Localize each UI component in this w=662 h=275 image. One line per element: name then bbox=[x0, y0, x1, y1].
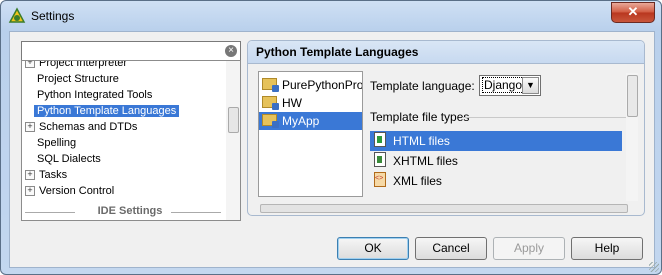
tree-item-sql-dialects[interactable]: SQL Dialects bbox=[37, 151, 101, 167]
divider bbox=[25, 212, 75, 213]
panel-header: Python Template Languages bbox=[248, 41, 644, 64]
help-button[interactable]: Help bbox=[571, 237, 643, 260]
panel-title: Python Template Languages bbox=[256, 45, 419, 59]
file-type-html[interactable]: HTML files bbox=[370, 131, 622, 151]
project-item-purepythonproject[interactable]: PurePythonProject bbox=[259, 76, 362, 94]
file-type-label: HTML files bbox=[393, 134, 450, 148]
divider bbox=[462, 117, 628, 118]
chevron-down-icon[interactable]: ▼ bbox=[522, 77, 539, 94]
settings-window: Settings ✕ × + Project Interpreter Projec… bbox=[0, 0, 662, 275]
project-folder-icon bbox=[262, 96, 279, 110]
resize-grip-icon[interactable] bbox=[649, 262, 659, 272]
tree-item-label: Python Template Languages bbox=[34, 105, 180, 117]
settings-search: × bbox=[21, 41, 241, 61]
tree-item-tasks[interactable]: + Tasks bbox=[22, 167, 67, 183]
tree-item-project-structure[interactable]: Project Structure bbox=[37, 71, 119, 87]
tree-item-spelling[interactable]: Spelling bbox=[37, 135, 76, 151]
project-item-hw[interactable]: HW bbox=[259, 94, 362, 112]
project-label: PurePythonProject bbox=[282, 78, 363, 92]
clear-search-icon[interactable]: × bbox=[225, 45, 237, 57]
settings-tree: + Project Interpreter Project Structure P… bbox=[21, 60, 241, 221]
tree-item-label: Tasks bbox=[39, 169, 68, 181]
scrollbar-thumb[interactable] bbox=[627, 75, 638, 117]
template-language-select[interactable]: Django ▼ bbox=[479, 75, 541, 96]
dialog-body: × + Project Interpreter Project Structure… bbox=[9, 31, 655, 268]
tree-item-label: Schemas and DTDs bbox=[39, 121, 138, 133]
tree-item-label: Project Interpreter bbox=[39, 60, 128, 69]
file-type-label: XML files bbox=[393, 174, 442, 188]
file-type-label: XHTML files bbox=[393, 154, 458, 168]
tree-scrollbar[interactable] bbox=[226, 61, 240, 220]
title-bar[interactable]: Settings ✕ bbox=[1, 1, 661, 31]
close-window-button[interactable]: ✕ bbox=[611, 2, 655, 23]
template-language-value: Django bbox=[482, 77, 525, 93]
tree-item-schemas-and-dtds[interactable]: + Schemas and DTDs bbox=[22, 119, 137, 135]
file-type-xml[interactable]: XML files bbox=[370, 171, 622, 191]
scrollbar-thumb[interactable] bbox=[260, 204, 628, 213]
html-file-icon bbox=[374, 132, 386, 147]
panel-vertical-scrollbar[interactable] bbox=[626, 73, 638, 201]
tree-item-project-interpreter[interactable]: + Project Interpreter bbox=[22, 60, 128, 71]
expand-icon[interactable]: + bbox=[25, 186, 35, 197]
template-file-types-label: Template file types bbox=[370, 110, 470, 124]
tree-item-label: Spelling bbox=[37, 137, 77, 149]
window-title: Settings bbox=[31, 9, 75, 23]
tree-item-label: Project Structure bbox=[37, 73, 119, 85]
cancel-button[interactable]: Cancel bbox=[415, 237, 487, 260]
tree-item-label: Python Integrated Tools bbox=[37, 89, 153, 101]
xhtml-file-icon bbox=[374, 152, 386, 167]
apply-button[interactable]: Apply bbox=[493, 237, 565, 260]
project-folder-icon bbox=[262, 78, 279, 92]
tree-item-python-integrated-tools[interactable]: Python Integrated Tools bbox=[37, 87, 152, 103]
tree-item-version-control[interactable]: + Version Control bbox=[22, 183, 114, 199]
panel-horizontal-scrollbar[interactable] bbox=[260, 204, 628, 213]
expand-icon[interactable]: + bbox=[25, 122, 35, 133]
ok-button[interactable]: OK bbox=[337, 237, 409, 260]
search-input[interactable] bbox=[22, 42, 222, 58]
tree-scrollbar-thumb[interactable] bbox=[228, 107, 239, 133]
project-item-myapp[interactable]: MyApp bbox=[259, 112, 362, 130]
ide-settings-section-label: IDE Settings bbox=[21, 205, 239, 217]
xml-file-icon bbox=[374, 172, 386, 187]
settings-panel: Python Template Languages PurePythonProj… bbox=[247, 40, 645, 216]
project-list: PurePythonProject HW MyApp bbox=[258, 71, 363, 197]
tree-item-python-template-languages[interactable]: Python Template Languages bbox=[34, 103, 180, 119]
expand-icon[interactable]: + bbox=[25, 170, 35, 181]
project-label: MyApp bbox=[282, 114, 320, 128]
template-language-label: Template language: bbox=[370, 79, 475, 93]
template-file-types-list: HTML files XHTML files XML files bbox=[370, 131, 622, 197]
tree-item-label: Version Control bbox=[39, 185, 115, 197]
file-type-xhtml[interactable]: XHTML files bbox=[370, 151, 622, 171]
project-folder-icon bbox=[262, 114, 279, 128]
close-icon: ✕ bbox=[627, 4, 639, 19]
divider bbox=[171, 212, 221, 213]
project-label: HW bbox=[282, 96, 302, 110]
expand-icon[interactable]: + bbox=[25, 61, 35, 69]
tree-item-label: SQL Dialects bbox=[37, 153, 101, 165]
pycharm-app-icon bbox=[8, 7, 26, 23]
